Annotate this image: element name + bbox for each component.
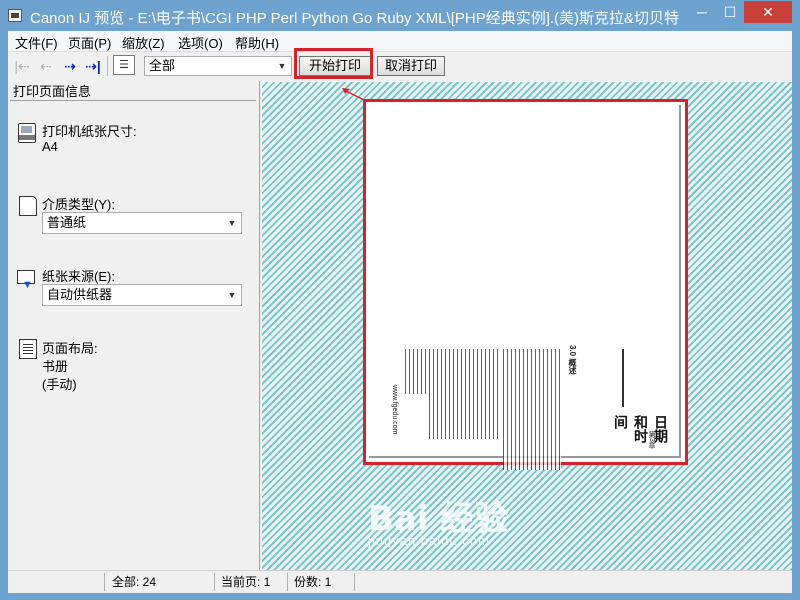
status-total: 全部: 24 — [112, 575, 157, 589]
page-layout-value: 书册 — [42, 359, 69, 374]
window-title: Canon IJ 预览 - E:\电子书\CGI PHP Perl Python… — [30, 10, 680, 27]
start-print-highlight — [294, 48, 373, 79]
menu-help[interactable]: 帮助(H) — [235, 33, 279, 52]
first-page-icon[interactable]: |⇠ — [12, 58, 32, 74]
text-block — [503, 349, 561, 470]
page-settings-icon[interactable]: ☰ — [113, 55, 135, 75]
menu-file[interactable]: 文件(F) — [15, 33, 58, 52]
chevron-down-icon: ▼ — [227, 290, 237, 300]
paper-source-select[interactable]: 自动供纸器 ▼ — [42, 284, 242, 306]
media-type-select[interactable]: 普通纸 ▼ — [42, 212, 242, 234]
rule-line — [622, 349, 624, 407]
paper-size-value: A4 — [42, 139, 58, 154]
chevron-down-icon: ▼ — [277, 61, 287, 71]
maximize-button[interactable]: ☐ — [716, 1, 744, 23]
menu-zoom[interactable]: 缩放(Z) — [122, 33, 165, 52]
status-copies: 份数: 1 — [294, 575, 332, 589]
page-footer-url: www.fgedu.com — [391, 385, 398, 435]
toolbar-separator — [107, 56, 108, 76]
status-divider — [354, 573, 355, 591]
preview-page: 日期和时间 第3章 3.0 概述 www.fgedu.com — [363, 99, 688, 470]
page-range-select[interactable]: 全部 ▼ — [144, 56, 292, 76]
menu-options[interactable]: 选项(O) — [178, 33, 223, 52]
minimize-button[interactable]: ─ — [688, 1, 716, 23]
previous-page-icon[interactable]: ⇠ — [36, 58, 56, 74]
menu-page[interactable]: 页面(P) — [68, 33, 111, 52]
text-block — [405, 349, 427, 394]
chapter-title: 日期和时间 — [613, 415, 669, 443]
close-button[interactable]: ✕ — [744, 1, 792, 23]
page-layout-mode: (手动) — [42, 377, 77, 392]
status-divider — [287, 573, 288, 591]
window-frame: 文件(F) 页面(P) 缩放(Z) 选项(O) 帮助(H) |⇠ ⇠ ⇢ ⇢| … — [8, 31, 792, 593]
text-block — [429, 349, 499, 439]
paper-source-value: 自动供纸器 — [47, 287, 113, 302]
last-page-icon[interactable]: ⇢| — [83, 58, 103, 74]
printer-paper-icon — [18, 123, 36, 143]
paper-source-icon — [17, 270, 35, 291]
baidu-watermark: Bai 经验 jingyan.baidu.com — [368, 491, 508, 548]
cancel-print-button[interactable]: 取消打印 — [377, 56, 445, 76]
title-bar: Canon IJ 预览 - E:\电子书\CGI PHP Perl Python… — [0, 0, 800, 31]
paper-size-label: 打印机纸张尺寸: — [42, 124, 137, 139]
status-divider — [214, 573, 215, 591]
status-current-page: 当前页: 1 — [221, 575, 271, 589]
print-preview-area[interactable]: 日期和时间 第3章 3.0 概述 www.fgedu.com — [262, 82, 792, 570]
media-type-label: 介质类型(Y): — [42, 197, 115, 212]
panel-header: 打印页面信息 — [10, 83, 256, 101]
media-page-icon — [19, 196, 37, 216]
chevron-down-icon: ▼ — [227, 218, 237, 228]
menu-bar: 文件(F) 页面(P) 缩放(Z) 选项(O) 帮助(H) — [8, 31, 792, 51]
page-layout-label: 页面布局: — [42, 341, 98, 356]
status-bar: 全部: 24 当前页: 1 份数: 1 — [8, 570, 792, 593]
paper-source-label: 纸张来源(E): — [42, 269, 115, 284]
app-icon — [8, 9, 22, 22]
media-type-value: 普通纸 — [47, 215, 87, 230]
page-layout-icon — [19, 339, 37, 359]
chapter-number: 第3章 — [648, 431, 655, 449]
page-content: 日期和时间 第3章 3.0 概述 www.fgedu.com — [369, 105, 681, 470]
watermark-sub: jingyan.baidu.com — [368, 533, 490, 548]
page-range-value: 全部 — [149, 58, 176, 73]
section-heading: 3.0 概述 — [568, 345, 577, 375]
status-divider — [104, 573, 105, 591]
next-page-icon[interactable]: ⇢ — [60, 58, 80, 74]
toolbar: |⇠ ⇠ ⇢ ⇢| ☰ 全部 ▼ 开始打印 取消打印 — [8, 51, 792, 80]
print-info-panel: 打印页面信息 打印机纸张尺寸: A4 介质类型(Y): 普通纸 ▼ 纸张来源(E… — [8, 81, 260, 570]
